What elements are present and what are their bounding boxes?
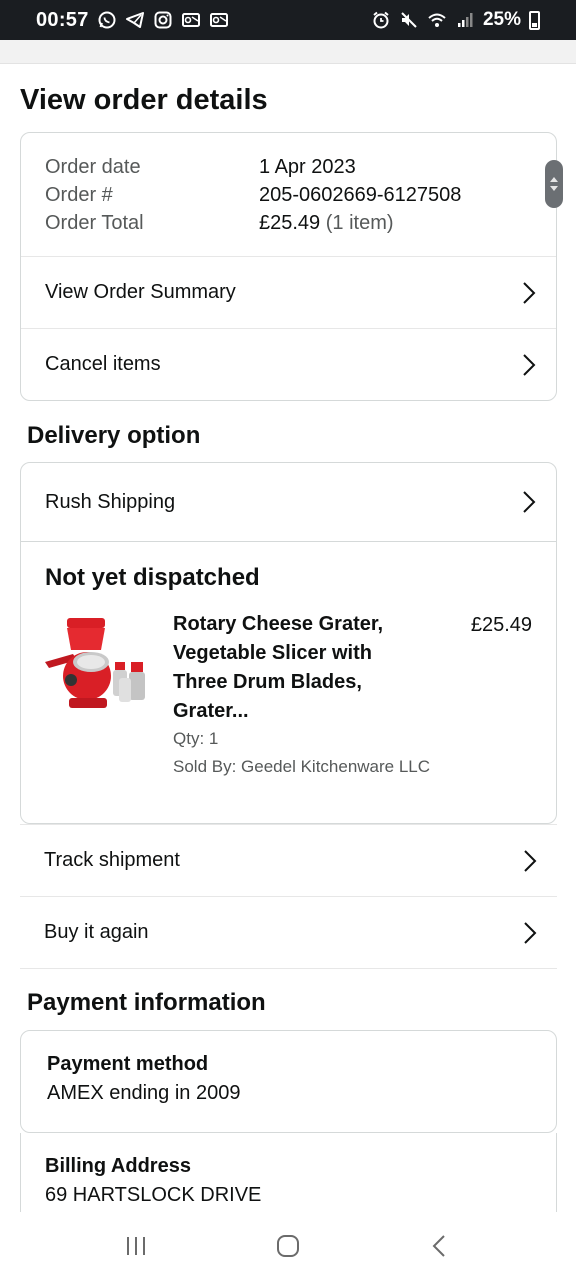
- whatsapp-icon: [97, 10, 117, 30]
- top-strip: [0, 40, 576, 64]
- billing-address-card: Billing Address 69 HARTSLOCK DRIVE: [20, 1133, 557, 1212]
- view-order-summary-label: View Order Summary: [45, 281, 236, 303]
- back-icon[interactable]: [420, 1226, 460, 1266]
- navigation-bar: [0, 1212, 576, 1280]
- delivery-section-title: Delivery option: [27, 422, 201, 449]
- divider: [20, 968, 557, 969]
- scroll-thumb[interactable]: [545, 160, 563, 208]
- product-price: £25.49: [470, 614, 532, 636]
- status-left: 00:57: [36, 9, 229, 32]
- order-number-value: 205-0602669-6127508: [259, 184, 462, 206]
- telegram-icon: [125, 10, 145, 30]
- status-right: 25%: [371, 9, 540, 31]
- track-shipment-row[interactable]: Track shipment: [20, 824, 557, 896]
- order-date-value: 1 Apr 2023: [259, 156, 356, 178]
- home-icon[interactable]: [268, 1226, 308, 1266]
- rush-shipping-row[interactable]: Rush Shipping: [21, 463, 556, 541]
- chevron-right-icon: [522, 490, 536, 514]
- billing-address-label: Billing Address: [45, 1155, 191, 1177]
- page-title: View order details: [20, 84, 268, 116]
- product-qty: Qty: 1: [173, 729, 219, 748]
- order-item-count: (1 item): [325, 212, 394, 234]
- payment-section-title: Payment information: [27, 989, 266, 1016]
- instagram-icon: [153, 10, 173, 30]
- chevron-right-icon: [523, 849, 537, 873]
- product-image[interactable]: [43, 610, 151, 718]
- payment-method-value: AMEX ending in 2009: [47, 1082, 241, 1104]
- order-labels: Order date Order # Order Total: [45, 153, 144, 237]
- shipment-block: Not yet dispatched Rotary Cheese Grater,…: [21, 541, 556, 823]
- chevron-right-icon: [522, 353, 536, 377]
- order-total-value: £25.49 (1 item): [259, 209, 461, 237]
- dispatch-status: Not yet dispatched: [45, 564, 260, 591]
- recent-apps-icon[interactable]: [116, 1226, 156, 1266]
- payment-method-card: Payment method AMEX ending in 2009: [20, 1030, 557, 1133]
- battery-icon: [529, 10, 540, 30]
- order-date-label: Order date: [45, 156, 141, 178]
- product-title-link[interactable]: Rotary Cheese Grater, Vegetable Slicer w…: [173, 610, 413, 726]
- buy-it-again-label: Buy it again: [44, 921, 149, 943]
- chevron-right-icon: [523, 921, 537, 945]
- battery-percent: 25%: [482, 9, 521, 30]
- delivery-option-label: Rush Shipping: [45, 490, 176, 513]
- order-number-label: Order #: [45, 184, 113, 206]
- cancel-items-row[interactable]: Cancel items: [21, 328, 556, 400]
- status-time: 00:57: [36, 8, 89, 31]
- buy-it-again-row[interactable]: Buy it again: [20, 896, 557, 968]
- wifi-icon: [427, 10, 447, 30]
- billing-address-value: 69 HARTSLOCK DRIVE: [45, 1184, 262, 1206]
- outlook-icon: [209, 10, 229, 30]
- status-bar: 00:57 25%: [0, 0, 576, 40]
- cancel-items-label: Cancel items: [45, 353, 161, 375]
- page-content[interactable]: View order details Order date Order # Or…: [0, 64, 576, 1212]
- outlook-icon: [181, 10, 201, 30]
- chevron-right-icon: [522, 281, 536, 305]
- signal-icon: [455, 10, 475, 30]
- order-values: 1 Apr 2023 205-0602669-6127508 £25.49 (1…: [259, 153, 461, 237]
- alarm-icon: [371, 10, 391, 30]
- payment-method-label: Payment method: [47, 1053, 209, 1075]
- product-seller: Sold By: Geedel Kitchenware LLC: [173, 757, 431, 776]
- delivery-card: Rush Shipping Not yet dispatched Rotary …: [20, 462, 557, 824]
- mute-icon: [399, 10, 419, 30]
- order-card: Order date Order # Order Total 1 Apr 202…: [20, 132, 557, 401]
- order-total-amount: £25.49: [259, 212, 321, 234]
- order-total-label: Order Total: [45, 212, 144, 234]
- track-shipment-label: Track shipment: [44, 849, 180, 871]
- view-order-summary-row[interactable]: View Order Summary: [21, 256, 556, 328]
